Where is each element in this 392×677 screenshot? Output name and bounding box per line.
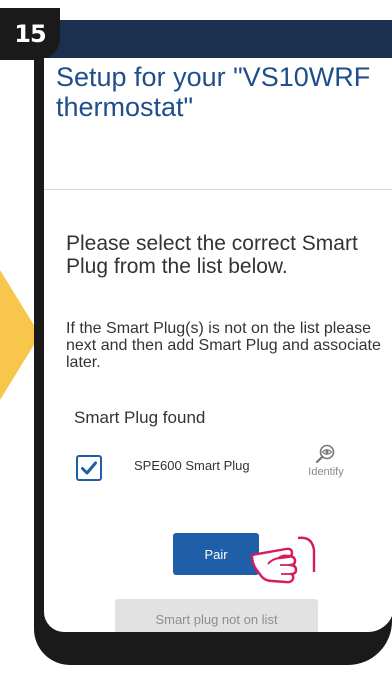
pointing-hand-icon xyxy=(250,536,316,584)
device-name: SPE600 Smart Plug xyxy=(134,458,250,473)
checkmark-icon xyxy=(81,461,97,475)
identify-button[interactable]: Identify xyxy=(300,444,352,478)
instruction-heading: Please select the correct Smart Plug fro… xyxy=(66,232,358,278)
page-title: Setup for your "VS10WRF thermostat" xyxy=(56,62,371,122)
identify-label: Identify xyxy=(308,466,344,478)
app-screen: Setup for your "VS10WRF thermostat" Plea… xyxy=(44,58,392,632)
instruction-text: If the Smart Plug(s) is not on the list … xyxy=(66,320,381,371)
not-on-list-button[interactable]: Smart plug not on list xyxy=(115,599,318,632)
divider xyxy=(44,189,392,190)
device-checkbox[interactable] xyxy=(76,455,102,481)
step-badge: 15 xyxy=(0,8,60,60)
found-label: Smart Plug found xyxy=(74,408,206,427)
eye-icon xyxy=(315,444,335,464)
